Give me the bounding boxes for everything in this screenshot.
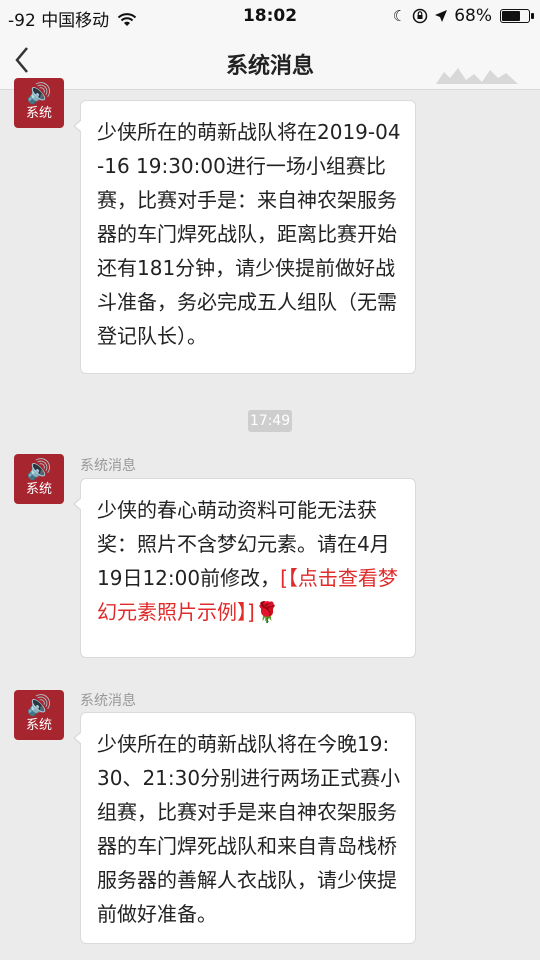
avatar[interactable]: 🔊 系统	[14, 454, 64, 504]
speaker-icon: 🔊	[26, 693, 52, 717]
avatar-label: 系统	[25, 718, 52, 733]
status-bar: -92 中国移动 18:02 ☾ 68%	[0, 0, 540, 34]
location-arrow-icon	[435, 10, 448, 22]
sender-name: 系统消息	[80, 693, 136, 709]
speaker-icon: 🔊	[26, 457, 52, 481]
message-timestamp: 17:49	[248, 410, 292, 432]
moon-icon: ☾	[392, 7, 407, 25]
message-bubble[interactable]: 少侠所在的萌新战队将在2019-04-16 19:30:00进行一场小组赛比赛，…	[73, 100, 416, 374]
battery-level	[502, 11, 520, 21]
sender-name: 系统消息	[80, 458, 136, 474]
nav-bar: 系统消息	[0, 34, 540, 90]
message-bubble[interactable]: 少侠所在的萌新战队将在今晚19:30、21:30分别进行两场正式赛小组赛，比赛对…	[73, 712, 416, 944]
avatar[interactable]: 🔊 系统	[14, 690, 64, 740]
rose-icon: 🌹	[254, 600, 280, 624]
battery-percent: 68%	[454, 6, 492, 26]
message-text: 少侠所在的萌新战队将在2019-04-16 19:30:00进行一场小组赛比赛，…	[97, 120, 401, 348]
avatar-label: 系统	[25, 482, 52, 497]
avatar-label: 系统	[25, 106, 52, 121]
avatar[interactable]: 🔊 系统	[14, 78, 64, 128]
message-bubble[interactable]: 少侠的春心萌动资料可能无法获奖：照片不含梦幻元素。请在4月19日12:00前修改…	[73, 478, 416, 658]
battery-icon	[500, 9, 534, 23]
status-right: ☾ 68%	[392, 6, 534, 26]
decorative-landscape-icon	[436, 68, 518, 84]
message-text: 少侠所在的萌新战队将在今晚19:30、21:30分别进行两场正式赛小组赛，比赛对…	[97, 732, 401, 926]
speaker-icon: 🔊	[26, 81, 52, 105]
rotation-lock-icon	[412, 8, 428, 24]
